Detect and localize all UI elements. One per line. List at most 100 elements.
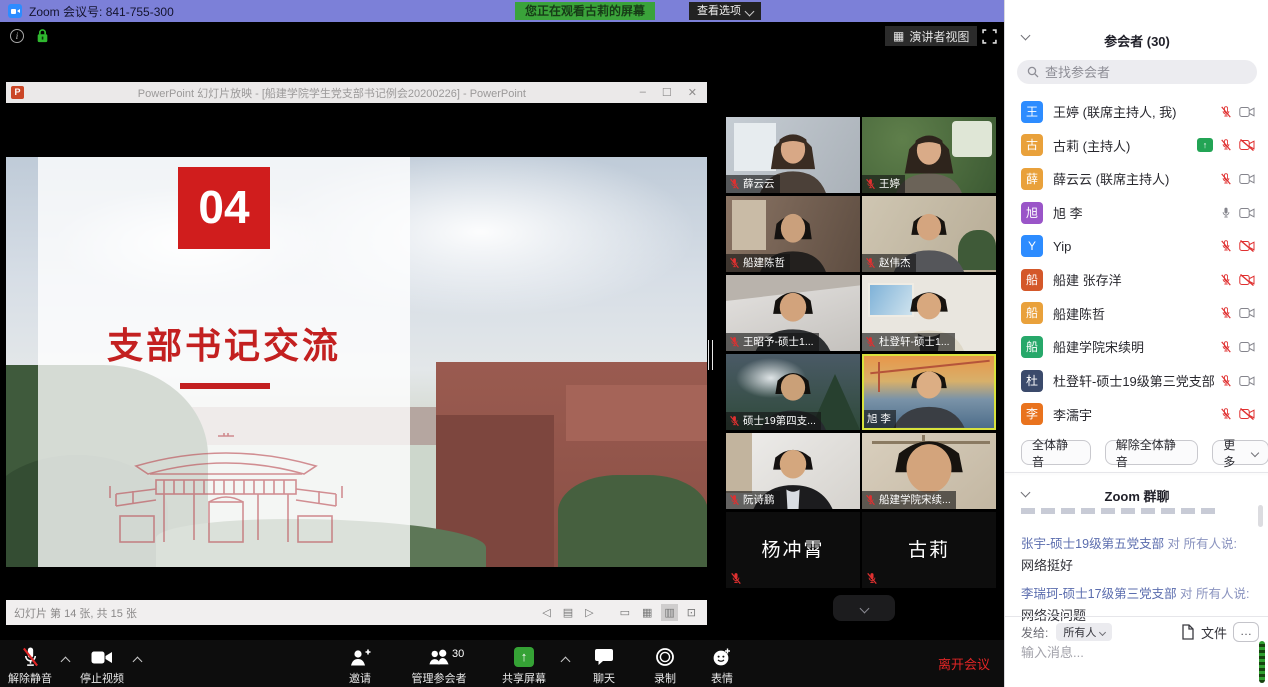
camera-off-icon	[1239, 139, 1255, 151]
video-tile[interactable]: 阮诗鹏	[726, 433, 860, 509]
muted-mic-icon	[865, 257, 876, 269]
window-close-button[interactable]: ✕	[688, 86, 697, 99]
chat-message-list: 张宇-硕士19级第五党支部 对 所有人说: 网络挺好 李瑞珂-硕士17级第三党支…	[1021, 524, 1251, 624]
leave-meeting-button[interactable]: 离开会议	[938, 640, 990, 687]
previous-slide-icon[interactable]: ◁	[539, 604, 553, 621]
video-tile[interactable]: 杜登轩-硕士1...	[862, 275, 996, 351]
camera-on-icon	[1239, 307, 1255, 319]
file-button-label[interactable]: 文件	[1201, 623, 1227, 642]
participant-name: 薛云云 (联席主持人)	[1053, 169, 1220, 188]
chat-message: 张宇-硕士19级第五党支部 对 所有人说: 网络挺好	[1021, 533, 1251, 574]
participant-row[interactable]: 船 船建陈哲	[1005, 297, 1268, 331]
notes-icon[interactable]: ▤	[560, 604, 576, 621]
video-tile[interactable]: 船建陈哲	[726, 196, 860, 272]
video-tile[interactable]: 王昭予-硕士1...	[726, 275, 860, 351]
next-slide-icon[interactable]: ▷	[582, 604, 596, 621]
chat-input[interactable]	[1021, 645, 1241, 660]
stage-divider-handle[interactable]	[708, 340, 713, 370]
avatar: 李	[1021, 403, 1043, 425]
audio-options-chevron[interactable]	[61, 657, 71, 667]
participant-search-box[interactable]	[1017, 60, 1257, 84]
chat-scrollbar-indicator[interactable]	[1259, 641, 1265, 683]
muted-mic-icon	[729, 494, 740, 506]
screen-sharing-badge: ↑	[1197, 138, 1213, 152]
mute-all-button[interactable]: 全体静音	[1021, 440, 1091, 465]
invite-button[interactable]: 邀请	[336, 646, 384, 686]
video-tile[interactable]: 王婷	[862, 117, 996, 193]
participant-row[interactable]: 杜 杜登轩-硕士19级第三党支部	[1005, 364, 1268, 398]
top-bar: Zoom 会议号: 841-755-300 您正在观看古莉的屏幕 查看选项	[0, 0, 1004, 22]
participant-name: 王婷 (联席主持人, 我)	[1053, 102, 1220, 121]
send-to-dropdown[interactable]: 所有人	[1056, 623, 1112, 641]
manage-participants-button[interactable]: 30 管理参会者	[404, 646, 474, 686]
participant-name: 古莉 (主持人)	[1053, 136, 1197, 155]
participant-row[interactable]: 李 李濡宇	[1005, 397, 1268, 431]
unmute-all-button[interactable]: 解除全体静音	[1105, 440, 1199, 465]
share-screen-button[interactable]: ↑ 共享屏幕	[496, 646, 552, 686]
muted-mic-icon	[865, 336, 876, 348]
meeting-toolbar: 解除静音 停止视频 邀请 30 管理参会者 ↑ 共享屏幕 聊天 录制 表情 离开…	[0, 640, 1004, 687]
video-tile[interactable]: 薛云云	[726, 117, 860, 193]
participant-row[interactable]: 船 船建学院宋续明	[1005, 330, 1268, 364]
camera-icon	[91, 650, 113, 665]
participant-row[interactable]: Y Yip	[1005, 229, 1268, 263]
chat-more-button[interactable]: …	[1233, 622, 1259, 642]
video-options-chevron[interactable]	[133, 657, 143, 667]
meeting-info-icon[interactable]: i	[10, 29, 24, 43]
fullscreen-icon[interactable]	[982, 29, 997, 44]
record-button[interactable]: 录制	[642, 646, 688, 686]
video-tile-camera-off[interactable]: 杨冲霄	[726, 512, 860, 588]
window-maximize-button[interactable]: ☐	[662, 86, 672, 99]
collapse-thumbnails-button[interactable]	[833, 595, 895, 621]
search-input[interactable]	[1045, 65, 1235, 80]
ppt-title-bar[interactable]: P PowerPoint 幻灯片放映 - [船建学院学生党支部书记例会20200…	[6, 82, 707, 103]
video-tile[interactable]: 硕士19第四支...	[726, 354, 860, 430]
smiley-plus-icon	[712, 647, 732, 667]
participant-row[interactable]: 王 王婷 (联席主持人, 我)	[1005, 95, 1268, 129]
invite-person-icon	[349, 648, 371, 667]
slide-sorter-view-icon[interactable]: ▦	[639, 604, 655, 621]
participant-name: Yip	[1053, 239, 1220, 254]
participant-row[interactable]: 古 古莉 (主持人) ↑	[1005, 129, 1268, 163]
avatar: Y	[1021, 235, 1043, 257]
avatar: 薛	[1021, 168, 1043, 190]
share-options-chevron[interactable]	[561, 657, 571, 667]
side-panel: 参会者 (30) 王 王婷 (联席主持人, 我) 古 古莉 (主持人) ↑	[1004, 0, 1268, 687]
window-minimize-button[interactable]: –	[640, 86, 646, 99]
more-button[interactable]: 更多	[1212, 440, 1268, 465]
gallery-grid-icon: ▦	[893, 29, 904, 43]
avatar: 船	[1021, 269, 1043, 291]
participant-row[interactable]: 船 船建 张存洋	[1005, 263, 1268, 297]
chat-button[interactable]: 聊天	[582, 646, 626, 686]
speaker-view-button[interactable]: ▦ 演讲者视图	[885, 26, 977, 46]
muted-mic-icon	[1220, 138, 1232, 152]
chat-scrollbar-thumb[interactable]	[1258, 505, 1263, 527]
video-tile[interactable]: 船建学院宋续...	[862, 433, 996, 509]
slide-section-number: 04	[178, 167, 270, 249]
video-tile[interactable]: 赵伟杰	[862, 196, 996, 272]
slideshow-view-icon[interactable]: ⊡	[684, 604, 699, 621]
participant-name: 李濡宇	[1053, 405, 1220, 424]
muted-mic-icon	[1220, 407, 1232, 421]
participant-name: 旭 李	[1053, 203, 1220, 222]
muted-mic-icon	[1220, 172, 1232, 186]
file-icon[interactable]	[1181, 624, 1195, 640]
participant-row[interactable]: 旭 旭 李	[1005, 196, 1268, 230]
stop-video-button[interactable]: 停止视频	[76, 646, 128, 686]
normal-view-icon[interactable]: ▭	[617, 604, 633, 621]
unmute-button[interactable]: 解除静音	[2, 646, 58, 686]
powerpoint-icon: P	[11, 86, 24, 99]
muted-mic-icon	[1220, 273, 1232, 287]
avatar: 王	[1021, 101, 1043, 123]
campus-gate-drawing	[106, 429, 346, 547]
muted-mic-icon	[729, 415, 740, 427]
participant-row[interactable]: 薛 薛云云 (联席主持人)	[1005, 162, 1268, 196]
reading-view-icon[interactable]: ▥	[661, 604, 677, 621]
avatar: 船	[1021, 336, 1043, 358]
video-tile-active-speaker[interactable]: 旭 李	[862, 354, 996, 430]
share-screen-icon: ↑	[514, 647, 534, 667]
view-options-button[interactable]: 查看选项	[689, 2, 761, 20]
search-icon	[1027, 66, 1039, 78]
video-tile-camera-off[interactable]: 古莉	[862, 512, 996, 588]
reactions-button[interactable]: 表情	[700, 646, 744, 686]
